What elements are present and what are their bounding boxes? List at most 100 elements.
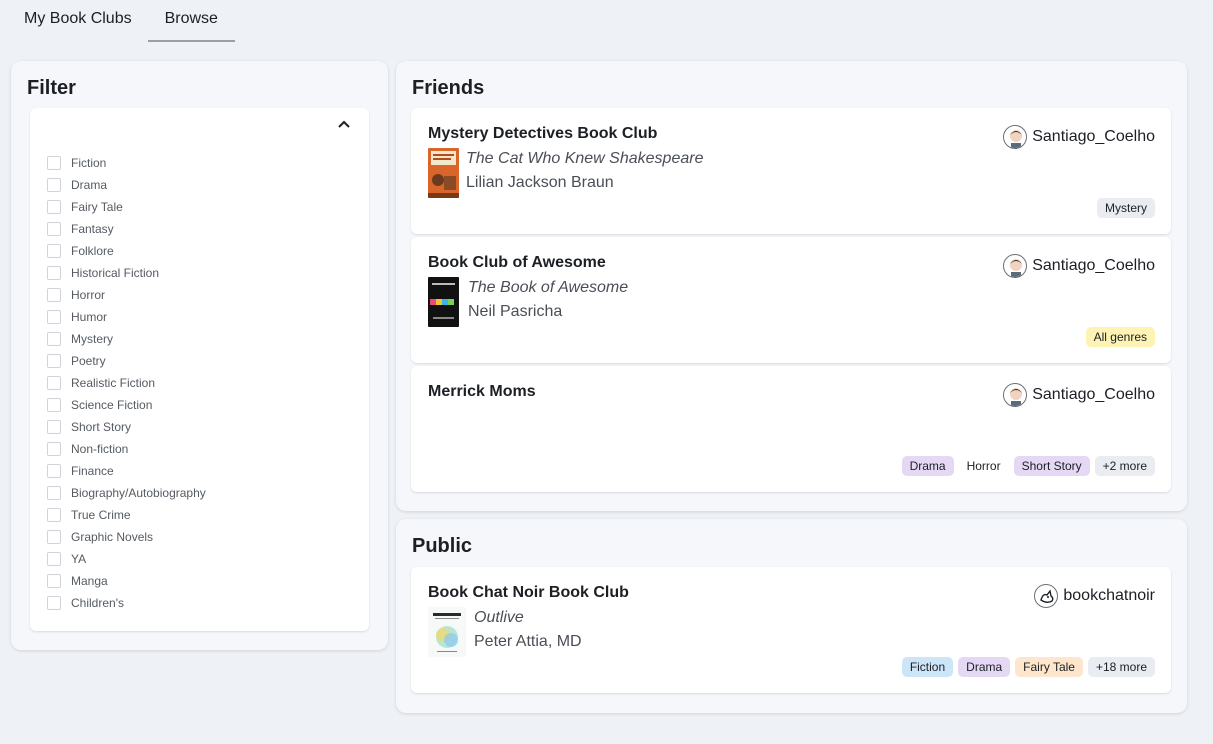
friends-panel: Friends Mystery Detectives Book Club The…: [396, 61, 1187, 511]
public-panel: Public Book Chat Noir Book Club Outlive …: [396, 519, 1187, 713]
genre-option[interactable]: Children's: [47, 592, 206, 614]
genre-filter-card: Fiction Drama Fairy Tale Fantasy Folklore His…: [30, 108, 369, 631]
genre-tags: Fiction Drama Fairy Tale +18 more: [901, 657, 1155, 677]
club-name: Mystery Detectives Book Club: [428, 125, 658, 142]
genre-checkbox[interactable]: [47, 332, 61, 346]
filter-title: Filter: [27, 77, 76, 99]
club-name: Merrick Moms: [428, 383, 536, 400]
owner-link[interactable]: Santiago_Coelho: [1003, 125, 1155, 149]
genre-label: Humor: [71, 310, 108, 324]
club-card[interactable]: Book Club of Awesome The Book of Awesome…: [411, 237, 1171, 363]
genre-label: Horror: [71, 288, 106, 302]
genre-checkbox[interactable]: [47, 376, 61, 390]
genre-tags: Mystery: [1097, 198, 1155, 218]
genre-checkbox[interactable]: [47, 266, 61, 280]
genre-option[interactable]: Realistic Fiction: [47, 372, 206, 394]
genre-checkbox[interactable]: [47, 552, 61, 566]
genre-label: Drama: [71, 178, 108, 192]
book-cover: [428, 607, 466, 657]
genre-tags: Drama Horror Short Story +2 more: [901, 456, 1155, 476]
book-author: Peter Attia, MD: [474, 633, 582, 650]
top-tabs: My Book Clubs Browse: [8, 0, 235, 42]
genre-label: Graphic Novels: [71, 530, 154, 544]
genre-checkbox[interactable]: [47, 508, 61, 522]
chevron-up-icon[interactable]: [337, 118, 351, 130]
genre-option[interactable]: Science Fiction: [47, 394, 206, 416]
genre-checkbox[interactable]: [47, 442, 61, 456]
club-name: Book Chat Noir Book Club: [428, 584, 629, 601]
genre-checkbox[interactable]: [47, 244, 61, 258]
genre-option[interactable]: Fairy Tale: [47, 196, 206, 218]
tab-my-book-clubs[interactable]: My Book Clubs: [8, 0, 148, 42]
public-title: Public: [412, 535, 473, 557]
genre-checkbox[interactable]: [47, 574, 61, 588]
owner-name: Santiago_Coelho: [1032, 257, 1155, 274]
genre-tag: Horror: [958, 456, 1009, 476]
genre-checkbox[interactable]: [47, 354, 61, 368]
genre-option[interactable]: Mystery: [47, 328, 206, 350]
avatar: [1034, 584, 1059, 608]
owner-link[interactable]: bookchatnoir: [1034, 584, 1155, 608]
genre-option[interactable]: Historical Fiction: [47, 262, 206, 284]
genre-label: Manga: [71, 574, 108, 588]
club-card[interactable]: Book Chat Noir Book Club Outlive Peter A…: [411, 567, 1171, 693]
genre-option[interactable]: Graphic Novels: [47, 526, 206, 548]
owner-link[interactable]: Santiago_Coelho: [1003, 383, 1155, 407]
genre-label: Realistic Fiction: [71, 376, 156, 390]
genre-option[interactable]: Short Story: [47, 416, 206, 438]
genre-tag: Fairy Tale: [1015, 657, 1083, 677]
genre-option[interactable]: Biography/Autobiography: [47, 482, 206, 504]
genre-checkbox[interactable]: [47, 310, 61, 324]
genre-label: Mystery: [71, 332, 113, 346]
genre-option[interactable]: Humor: [47, 306, 206, 328]
genre-checkbox[interactable]: [47, 486, 61, 500]
genre-checkbox[interactable]: [47, 464, 61, 478]
genre-option[interactable]: Poetry: [47, 350, 206, 372]
book-title: Outlive: [474, 609, 524, 626]
genre-label: Children's: [71, 596, 124, 610]
genre-label: Poetry: [71, 354, 106, 368]
genre-checkbox[interactable]: [47, 398, 61, 412]
genre-option[interactable]: YA: [47, 548, 206, 570]
genre-checkbox[interactable]: [47, 200, 61, 214]
genre-option[interactable]: Finance: [47, 460, 206, 482]
genre-option[interactable]: Non-fiction: [47, 438, 206, 460]
genre-label: Non-fiction: [71, 442, 129, 456]
genre-option[interactable]: Manga: [47, 570, 206, 592]
genre-label: Fairy Tale: [71, 200, 123, 214]
genre-tag: Drama: [958, 657, 1011, 677]
genre-option[interactable]: Folklore: [47, 240, 206, 262]
genre-tag: All genres: [1085, 327, 1155, 347]
genre-tag: Drama: [901, 456, 954, 476]
genre-option[interactable]: Fiction: [47, 152, 206, 174]
book-cover: [428, 277, 459, 327]
genre-checkbox[interactable]: [47, 596, 61, 610]
genre-label: True Crime: [71, 508, 131, 522]
more-genres-tag[interactable]: +2 more: [1094, 456, 1155, 476]
genre-checkbox[interactable]: [47, 156, 61, 170]
book-author: Neil Pasricha: [468, 303, 563, 320]
owner-link[interactable]: Santiago_Coelho: [1003, 254, 1155, 278]
genre-option[interactable]: Horror: [47, 284, 206, 306]
genre-tag: Fiction: [901, 657, 954, 677]
tab-browse[interactable]: Browse: [147, 0, 235, 42]
avatar: [1003, 254, 1028, 278]
genre-label: Science Fiction: [71, 398, 153, 412]
genre-label: Fantasy: [71, 222, 114, 236]
genre-checkbox[interactable]: [47, 288, 61, 302]
genre-option[interactable]: Drama: [47, 174, 206, 196]
genre-tags: All genres: [1085, 327, 1155, 347]
more-genres-tag[interactable]: +18 more: [1087, 657, 1155, 677]
genre-checkbox[interactable]: [47, 178, 61, 192]
genre-tag: Mystery: [1097, 198, 1155, 218]
club-card[interactable]: Mystery Detectives Book Club The Cat Who…: [411, 108, 1171, 234]
genre-option[interactable]: Fantasy: [47, 218, 206, 240]
avatar: [1003, 383, 1028, 407]
genre-checkbox[interactable]: [47, 530, 61, 544]
genre-checkbox[interactable]: [47, 420, 61, 434]
genre-label: Historical Fiction: [71, 266, 160, 280]
genre-label: Short Story: [71, 420, 132, 434]
club-card[interactable]: Merrick Moms Santiago_Coelho Drama Horro…: [411, 366, 1171, 492]
genre-option[interactable]: True Crime: [47, 504, 206, 526]
genre-checkbox[interactable]: [47, 222, 61, 236]
